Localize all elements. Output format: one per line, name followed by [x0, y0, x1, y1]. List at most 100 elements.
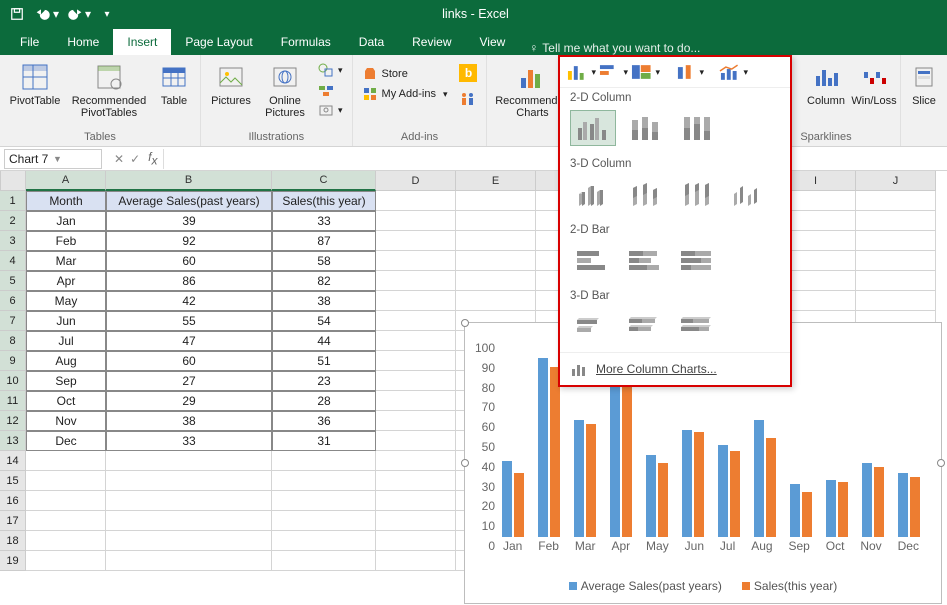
- resize-handle[interactable]: [461, 319, 469, 327]
- row-header[interactable]: 10: [0, 371, 26, 391]
- more-column-charts-button[interactable]: More Column Charts...: [560, 352, 790, 385]
- row-header[interactable]: 11: [0, 391, 26, 411]
- row-header[interactable]: 12: [0, 411, 26, 431]
- people-graph-button[interactable]: [456, 89, 480, 107]
- cell[interactable]: 42: [106, 291, 272, 311]
- slicer-button[interactable]: Slice: [907, 57, 941, 107]
- cell[interactable]: Feb: [26, 231, 106, 251]
- name-box[interactable]: Chart 7▼: [4, 149, 102, 169]
- bar[interactable]: [502, 461, 512, 537]
- bar-group[interactable]: [790, 484, 812, 537]
- col-header-e[interactable]: E: [456, 171, 536, 191]
- cell[interactable]: [376, 371, 456, 391]
- bar[interactable]: [910, 477, 920, 537]
- cell[interactable]: [106, 551, 272, 571]
- bar-group[interactable]: [610, 369, 632, 537]
- bar-group[interactable]: [574, 420, 596, 537]
- clustered-bar-option[interactable]: [570, 242, 616, 278]
- cell[interactable]: [26, 491, 106, 511]
- bar-group[interactable]: [682, 430, 704, 537]
- cell[interactable]: [272, 451, 376, 471]
- tab-formulas[interactable]: Formulas: [267, 29, 345, 55]
- bar[interactable]: [574, 420, 584, 537]
- cell[interactable]: 51: [272, 351, 376, 371]
- undo-icon[interactable]: [32, 3, 54, 25]
- cell[interactable]: [456, 191, 536, 211]
- cell[interactable]: [376, 291, 456, 311]
- smartart-button[interactable]: [315, 81, 346, 99]
- cell[interactable]: [26, 471, 106, 491]
- tab-insert[interactable]: Insert: [113, 29, 171, 55]
- statistic-chart-dropdown[interactable]: ▾: [674, 61, 704, 83]
- bar[interactable]: [754, 420, 764, 537]
- cell[interactable]: [376, 251, 456, 271]
- undo-dropdown-icon[interactable]: ▾: [52, 3, 60, 25]
- bar-group[interactable]: [718, 445, 740, 537]
- bar-group[interactable]: [538, 358, 560, 537]
- sparkline-winloss-button[interactable]: Win/Loss: [854, 57, 894, 107]
- cell[interactable]: 54: [272, 311, 376, 331]
- row-header[interactable]: 9: [0, 351, 26, 371]
- cell[interactable]: [106, 531, 272, 551]
- screenshot-button[interactable]: ▾: [315, 101, 346, 119]
- cell[interactable]: [26, 451, 106, 471]
- cell[interactable]: 87: [272, 231, 376, 251]
- cell[interactable]: [856, 211, 936, 231]
- cancel-formula-icon[interactable]: ✕: [114, 152, 124, 166]
- col-header-d[interactable]: D: [376, 171, 456, 191]
- cell[interactable]: 60: [106, 251, 272, 271]
- combo-chart-dropdown[interactable]: ▾: [718, 61, 748, 83]
- cell[interactable]: 23: [272, 371, 376, 391]
- cell[interactable]: Month: [26, 191, 106, 211]
- cell[interactable]: [376, 551, 456, 571]
- 3d-column-option[interactable]: [726, 176, 772, 212]
- cell[interactable]: [106, 451, 272, 471]
- cell[interactable]: [376, 451, 456, 471]
- bar[interactable]: [790, 484, 800, 537]
- stacked100-bar-option[interactable]: [674, 242, 720, 278]
- stacked100-column-option[interactable]: [674, 110, 720, 146]
- cell[interactable]: [376, 351, 456, 371]
- bar[interactable]: [802, 492, 812, 537]
- cell[interactable]: 29: [106, 391, 272, 411]
- cell[interactable]: 86: [106, 271, 272, 291]
- row-header[interactable]: 16: [0, 491, 26, 511]
- bar[interactable]: [538, 358, 548, 537]
- bar[interactable]: [622, 377, 632, 537]
- row-header[interactable]: 7: [0, 311, 26, 331]
- chevron-down-icon[interactable]: ▼: [53, 154, 97, 164]
- cell[interactable]: 31: [272, 431, 376, 451]
- cell[interactable]: Jul: [26, 331, 106, 351]
- cell[interactable]: Dec: [26, 431, 106, 451]
- cell[interactable]: 44: [272, 331, 376, 351]
- row-header[interactable]: 18: [0, 531, 26, 551]
- cell[interactable]: Nov: [26, 411, 106, 431]
- cell[interactable]: Sep: [26, 371, 106, 391]
- cell[interactable]: [376, 191, 456, 211]
- cell[interactable]: [376, 211, 456, 231]
- cell[interactable]: Apr: [26, 271, 106, 291]
- cell[interactable]: Average Sales(past years): [106, 191, 272, 211]
- cell[interactable]: 28: [272, 391, 376, 411]
- bar[interactable]: [838, 482, 848, 537]
- bar[interactable]: [682, 430, 692, 537]
- cell[interactable]: [106, 491, 272, 511]
- col-header-b[interactable]: B: [106, 171, 272, 191]
- bar-group[interactable]: [646, 455, 668, 537]
- online-pictures-button[interactable]: Online Pictures: [261, 57, 309, 119]
- cell[interactable]: [376, 431, 456, 451]
- save-icon[interactable]: [6, 3, 28, 25]
- table-button[interactable]: Table: [154, 57, 194, 107]
- cell[interactable]: Aug: [26, 351, 106, 371]
- row-header[interactable]: 19: [0, 551, 26, 571]
- row-header[interactable]: 8: [0, 331, 26, 351]
- cell[interactable]: 39: [106, 211, 272, 231]
- col-header-c[interactable]: C: [272, 171, 376, 191]
- tab-page-layout[interactable]: Page Layout: [171, 29, 266, 55]
- cell[interactable]: [376, 491, 456, 511]
- row-header[interactable]: 1: [0, 191, 26, 211]
- 3d-clustered-bar-option[interactable]: [570, 308, 616, 344]
- tab-file[interactable]: File: [6, 29, 53, 55]
- bar-group[interactable]: [502, 461, 524, 537]
- col-header-a[interactable]: A: [26, 171, 106, 191]
